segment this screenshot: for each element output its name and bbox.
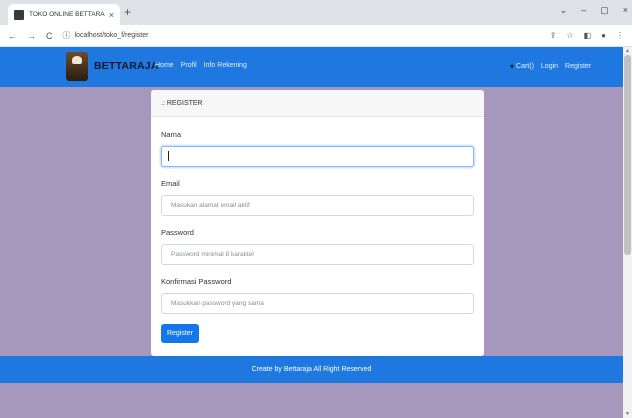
tab-close-icon[interactable]: ×	[109, 10, 114, 20]
minimize-icon[interactable]: –	[581, 5, 586, 16]
scroll-up-icon[interactable]: ▲	[625, 48, 630, 54]
sidepanel-icon[interactable]: ◧	[584, 31, 592, 40]
nav-link-profil[interactable]: Profil	[181, 62, 197, 69]
email-label: Email	[161, 179, 180, 188]
tab-title: TOKO ONLINE BETTARAJA	[29, 11, 105, 18]
register-button[interactable]: Register	[161, 324, 199, 343]
share-icon[interactable]: ⇪	[550, 31, 557, 40]
scroll-thumb[interactable]	[624, 55, 631, 255]
close-window-icon[interactable]: ×	[623, 5, 628, 16]
scroll-down-icon[interactable]: ▼	[625, 411, 630, 417]
profile-icon[interactable]: ●	[601, 31, 606, 40]
register-card: .: REGISTER Nama Email Password Konfirma…	[151, 90, 484, 356]
footer-text: Create by Bettaraja All Right Reserved	[251, 366, 372, 373]
confirm-password-input[interactable]	[161, 293, 474, 314]
card-header: .: REGISTER	[151, 90, 484, 117]
password-label: Password	[161, 228, 194, 237]
site-navbar: BETTARAJA Home Profil Info Rekening ▾ Ca…	[0, 47, 623, 87]
nav-links: Home Profil Info Rekening	[155, 62, 247, 69]
nav-link-login[interactable]: Login	[541, 63, 558, 70]
nav-link-register[interactable]: Register	[565, 63, 591, 70]
cart-icon[interactable]: ▾	[510, 62, 514, 71]
nav-link-home[interactable]: Home	[155, 62, 174, 69]
address-bar: ← → C ⓘ localhost/toko_f/register ⇪ ☆ ◧ …	[0, 25, 632, 47]
window-controls: ⌄ – ▢ ×	[560, 5, 628, 16]
address-bar-actions: ⇪ ☆ ◧ ● ⋮	[550, 31, 624, 40]
tab-search-icon[interactable]: ⌄	[560, 5, 568, 16]
page-scrollbar[interactable]: ▲ ▼	[623, 47, 632, 418]
menu-kebab-icon[interactable]: ⋮	[616, 31, 624, 40]
nav-link-cart[interactable]: Cart()	[516, 63, 534, 70]
site-info-icon[interactable]: ⓘ	[63, 30, 71, 41]
password-input[interactable]	[161, 244, 474, 265]
back-icon[interactable]: ←	[8, 31, 17, 41]
nama-input[interactable]	[161, 146, 474, 167]
browser-tab-bar: TOKO ONLINE BETTARAJA × + ⌄ – ▢ ×	[0, 0, 632, 25]
nav-link-info-rekening[interactable]: Info Rekening	[204, 62, 247, 69]
nav-right: ▾ Cart() Login Register	[510, 62, 591, 71]
text-caret	[168, 151, 169, 161]
url-text[interactable]: localhost/toko_f/register	[75, 32, 149, 39]
brand-name[interactable]: BETTARAJA	[94, 60, 159, 72]
email-input[interactable]	[161, 195, 474, 216]
site-favicon-icon	[14, 9, 24, 20]
bookmark-star-icon[interactable]: ☆	[566, 31, 573, 40]
maximize-icon[interactable]: ▢	[600, 5, 609, 16]
reload-icon[interactable]: C	[46, 31, 53, 41]
nama-label: Nama	[161, 130, 182, 139]
new-tab-icon[interactable]: +	[124, 5, 131, 19]
brand-logo-icon[interactable]	[66, 52, 88, 81]
forward-icon[interactable]: →	[27, 31, 36, 41]
site-footer: Create by Bettaraja All Right Reserved	[0, 356, 623, 383]
browser-tab[interactable]: TOKO ONLINE BETTARAJA ×	[8, 4, 120, 25]
confirm-password-label: Konfirmasi Password	[161, 277, 232, 286]
